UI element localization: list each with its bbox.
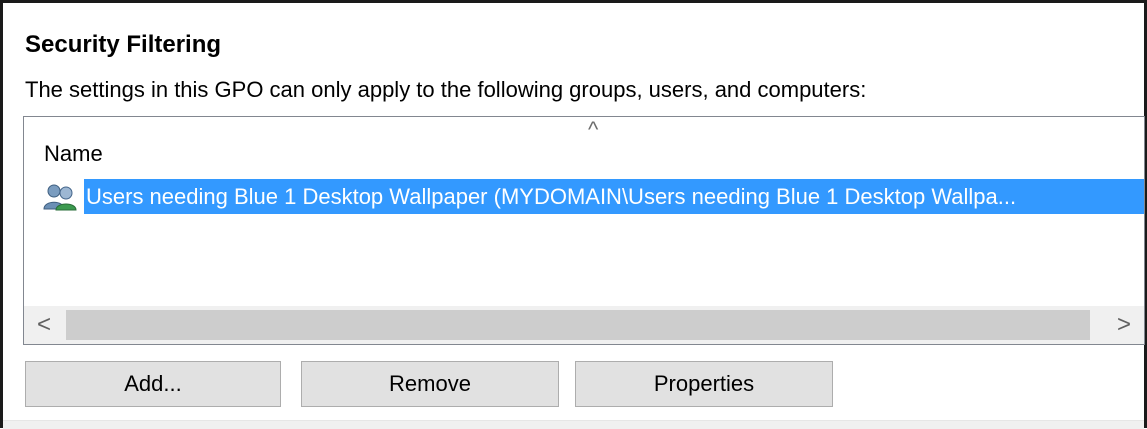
add-button[interactable]: Add... — [25, 361, 281, 407]
security-filter-list[interactable]: ^ Name Users needing Blue 1 Desktop Wall… — [23, 116, 1145, 345]
list-item-label: Users needing Blue 1 Desktop Wallpaper (… — [84, 179, 1144, 214]
scrollbar-thumb[interactable] — [66, 310, 1090, 340]
security-filtering-panel: Security Filtering The settings in this … — [0, 0, 1147, 428]
column-header-name[interactable]: Name — [44, 141, 103, 167]
list-item[interactable]: Users needing Blue 1 Desktop Wallpaper (… — [42, 179, 1144, 214]
section-description: The settings in this GPO can only apply … — [25, 77, 867, 102]
sort-ascending-icon: ^ — [588, 117, 599, 142]
remove-button[interactable]: Remove — [301, 361, 559, 407]
user-group-icon — [42, 183, 84, 211]
section-title: Security Filtering — [25, 31, 222, 58]
properties-button[interactable]: Properties — [575, 361, 833, 407]
scroll-left-button[interactable]: < — [24, 306, 64, 344]
horizontal-scrollbar[interactable]: < > — [24, 306, 1144, 344]
scroll-right-button[interactable]: > — [1104, 306, 1144, 344]
